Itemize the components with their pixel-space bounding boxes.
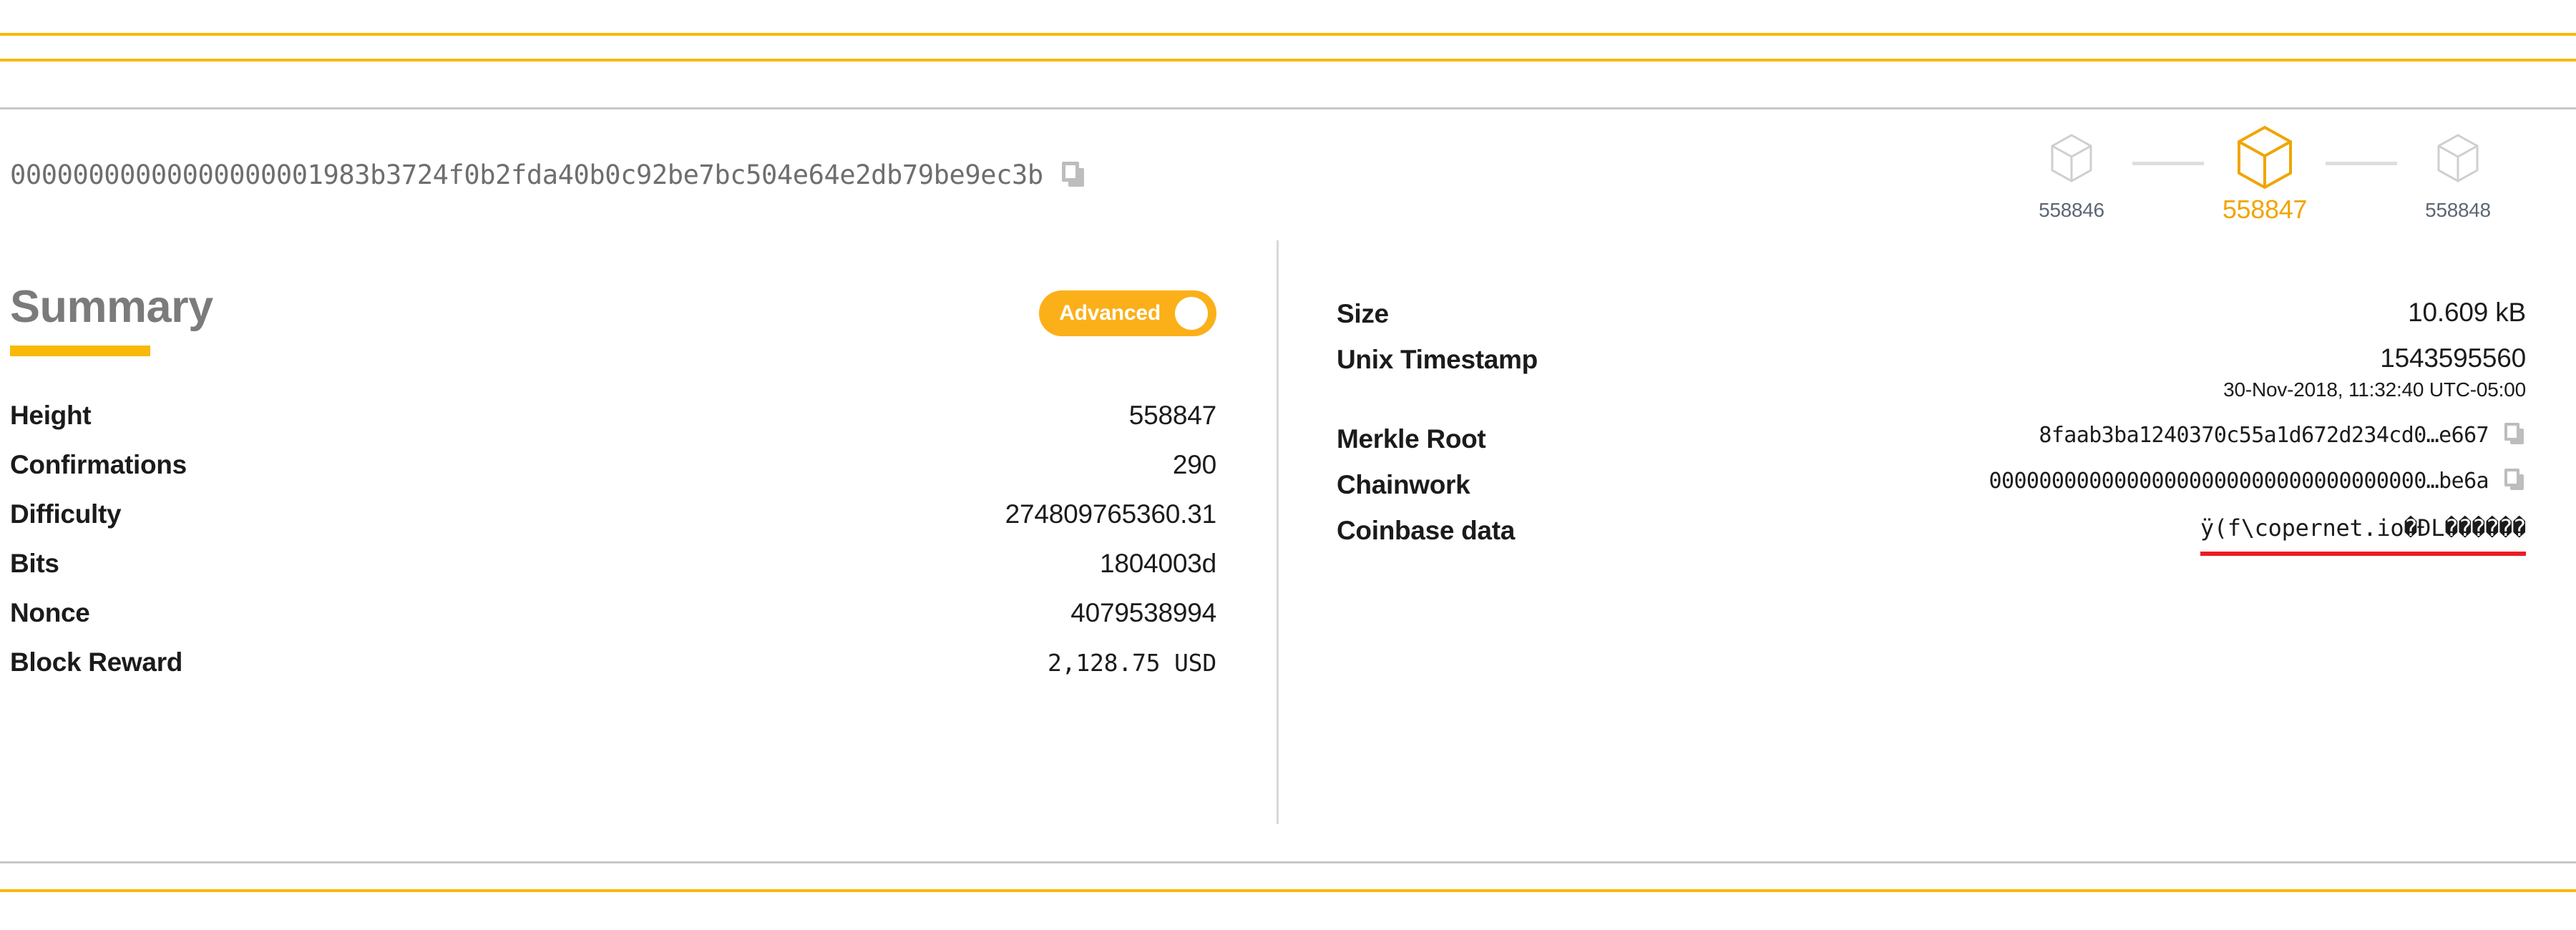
summary-rows: Height 558847 Confirmations 290 Difficul… <box>10 401 1278 677</box>
summary-row-confirmations: Confirmations 290 <box>10 450 1216 480</box>
details-row-unix-timestamp: Unix Timestamp 1543595560 30-Nov-2018, 1… <box>1337 343 2526 401</box>
details-value-chainwork-wrap: 00000000000000000000000000000000000…be6a <box>1470 469 2526 494</box>
advanced-toggle-knob <box>1175 297 1208 330</box>
details-label-size: Size <box>1337 299 1389 328</box>
summary-label-bits: Bits <box>10 549 59 578</box>
block-hash-value: 00000000000000000001983b3724f0b2fda40b0c… <box>10 159 1043 190</box>
advanced-toggle-label: Advanced <box>1059 301 1161 325</box>
details-label-chainwork: Chainwork <box>1337 470 1470 499</box>
block-nav-previous[interactable]: 558846 <box>2011 124 2132 222</box>
copy-chainwork-icon[interactable] <box>2504 469 2526 491</box>
details-label-merkle-root: Merkle Root <box>1337 424 1486 454</box>
block-nav-connector-right <box>2326 162 2397 165</box>
block-nav-next-label: 558848 <box>2425 199 2491 221</box>
block-nav-next[interactable]: 558848 <box>2397 124 2519 222</box>
details-value-coinbase-wrap: ÿ(f\copernet.io�ÐL������ <box>1515 514 2526 556</box>
bottom-accent-rule <box>0 889 2576 892</box>
summary-label-block-reward: Block Reward <box>10 647 183 677</box>
details-row-coinbase-data: Coinbase data ÿ(f\copernet.io�ÐL������ <box>1337 514 2526 556</box>
summary-row-bits: Bits 1804003d <box>10 549 1216 579</box>
summary-label-nonce: Nonce <box>10 598 90 627</box>
summary-row-nonce: Nonce 4079538994 <box>10 598 1216 628</box>
cube-icon-next <box>2436 124 2480 196</box>
details-row-size: Size 10.609 kB <box>1337 298 2526 329</box>
details-value-unix-wrap: 1543595560 30-Nov-2018, 11:32:40 UTC-05:… <box>1538 343 2526 401</box>
summary-header: Summary Advanced <box>10 285 1278 356</box>
details-row-merkle-root: Merkle Root 8faab3ba1240370c55a1d672d234… <box>1337 423 2526 454</box>
copy-icon-front <box>2504 469 2519 486</box>
content-columns: Summary Advanced Height 558847 Confirmat… <box>0 240 2576 824</box>
details-label-unix-timestamp: Unix Timestamp <box>1337 345 1538 374</box>
details-value-merkle-root: 8faab3ba1240370c55a1d672d234cd0…e667 <box>2039 423 2489 448</box>
details-unix-group: 1543595560 30-Nov-2018, 11:32:40 UTC-05:… <box>2223 343 2526 401</box>
summary-label-confirmations: Confirmations <box>10 450 187 479</box>
title-underline <box>10 346 150 356</box>
details-column: Size 10.609 kB Unix Timestamp 1543595560… <box>1278 240 2576 824</box>
details-value-chainwork: 00000000000000000000000000000000000…be6a <box>1989 469 2489 494</box>
details-value-unix-timestamp: 1543595560 <box>2380 343 2526 373</box>
copy-hash-icon[interactable] <box>1061 162 1086 187</box>
summary-value-block-reward: 2,128.75 USD <box>1047 649 1216 677</box>
summary-value-confirmations: 290 <box>1172 450 1216 479</box>
copy-icon-front <box>2504 423 2519 441</box>
details-value-coinbase-data: ÿ(f\copernet.io�ÐL������ <box>2200 514 2526 556</box>
summary-row-block-reward: Block Reward 2,128.75 USD <box>10 647 1216 677</box>
block-nav-previous-label: 558846 <box>2039 199 2104 221</box>
details-value-size-wrap: 10.609 kB <box>1389 298 2526 328</box>
summary-column: Summary Advanced Height 558847 Confirmat… <box>0 240 1278 824</box>
block-nav-current-label: 558847 <box>2222 195 2308 224</box>
summary-value-difficulty: 274809765360.31 <box>1005 499 1217 529</box>
top-accent-rule-1 <box>0 33 2576 36</box>
details-value-unix-human: 30-Nov-2018, 11:32:40 UTC-05:00 <box>2223 378 2526 401</box>
block-nav-current[interactable]: 558847 <box>2204 124 2326 225</box>
details-value-merkle-wrap: 8faab3ba1240370c55a1d672d234cd0…e667 <box>1485 423 2526 448</box>
advanced-toggle[interactable]: Advanced <box>1039 290 1216 336</box>
details-value-size: 10.609 kB <box>2408 298 2526 327</box>
top-accent-rule-2 <box>0 59 2576 62</box>
summary-label-height: Height <box>10 401 92 430</box>
block-nav-connector-left <box>2132 162 2204 165</box>
cube-icon <box>2049 124 2094 196</box>
block-navigator: 558846 558847 558848 <box>2011 124 2519 225</box>
cube-icon-current <box>2235 124 2295 196</box>
footer-divider <box>0 861 2576 863</box>
page-title: Summary <box>10 282 213 332</box>
block-details-page: 00000000000000000001983b3724f0b2fda40b0c… <box>0 0 2576 930</box>
summary-label-difficulty: Difficulty <box>10 499 122 529</box>
summary-value-nonce: 4079538994 <box>1070 598 1216 627</box>
details-row-chainwork: Chainwork 000000000000000000000000000000… <box>1337 469 2526 500</box>
summary-title-group: Summary <box>10 285 213 356</box>
copy-icon-front <box>1061 162 1079 182</box>
block-hash-bar: 00000000000000000001983b3724f0b2fda40b0c… <box>0 109 2576 240</box>
summary-value-height: 558847 <box>1128 401 1216 430</box>
summary-row-height: Height 558847 <box>10 401 1216 431</box>
details-label-coinbase-data: Coinbase data <box>1337 516 1515 545</box>
copy-merkle-root-icon[interactable] <box>2504 423 2526 446</box>
block-hash-group: 00000000000000000001983b3724f0b2fda40b0c… <box>10 160 1086 190</box>
summary-row-difficulty: Difficulty 274809765360.31 <box>10 499 1216 529</box>
summary-value-bits: 1804003d <box>1099 549 1216 578</box>
